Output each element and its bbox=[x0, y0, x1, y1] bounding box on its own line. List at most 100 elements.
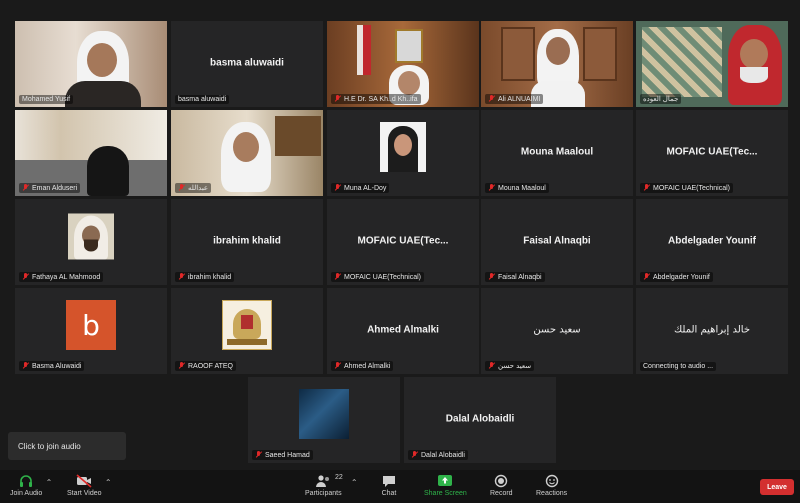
mic-muted-icon bbox=[178, 362, 185, 370]
participant-tile[interactable]: b Basma Aluwaidi bbox=[15, 288, 167, 374]
start-video-label: Start Video bbox=[67, 490, 102, 497]
participant-name: MOFAIC UAE(Technical) bbox=[344, 273, 422, 281]
mic-muted-icon bbox=[643, 184, 650, 192]
active-speaker-tile[interactable]: جمال العوده bbox=[636, 21, 788, 107]
profile-emblem-image bbox=[222, 300, 272, 350]
participant-name: basma aluwaidi bbox=[178, 96, 227, 103]
participant-center-name: خالد إبراهيم الملك bbox=[673, 324, 751, 336]
participant-tile[interactable]: ibrahim khalid ibrahim khalid bbox=[171, 199, 323, 285]
record-button[interactable]: Record bbox=[490, 474, 513, 497]
participant-tile[interactable]: MOFAIC UAE(Tec... MOFAIC UAE(Technical) bbox=[636, 110, 788, 196]
participant-name: RAOOF ATEQ bbox=[188, 362, 233, 370]
mic-muted-icon bbox=[255, 451, 262, 459]
chat-button[interactable]: Chat bbox=[381, 474, 397, 497]
start-video-button[interactable]: Start Video ⌃ bbox=[67, 474, 112, 497]
participant-tile[interactable]: MOFAIC UAE(Tec... MOFAIC UAE(Technical) bbox=[327, 199, 479, 285]
participant-center-name: Ahmed Almalki bbox=[367, 324, 439, 336]
leave-button[interactable]: Leave bbox=[760, 479, 794, 495]
participant-label: RAOOF ATEQ bbox=[175, 361, 236, 371]
participant-tile[interactable]: Saeed Hamad bbox=[248, 377, 400, 463]
participant-name: Abdelgader Younif bbox=[653, 273, 710, 281]
reactions-label: Reactions bbox=[536, 490, 568, 497]
connecting-status: Connecting to audio ... bbox=[643, 363, 714, 370]
profile-picture bbox=[299, 389, 349, 439]
mic-muted-icon bbox=[22, 362, 29, 370]
participant-tile[interactable]: خالد إبراهيم الملك Connecting to audio .… bbox=[636, 288, 788, 374]
participant-tile[interactable]: basma aluwaidi basma aluwaidi bbox=[171, 21, 323, 107]
participant-tile[interactable]: Mohamed Yusif bbox=[15, 21, 167, 107]
record-label: Record bbox=[490, 490, 513, 497]
participant-label: Muna AL-Doy bbox=[331, 183, 390, 193]
mic-muted-icon bbox=[488, 184, 495, 192]
profile-picture bbox=[380, 122, 426, 172]
reactions-button[interactable]: Reactions bbox=[536, 474, 567, 497]
join-audio-button[interactable]: Join Audio ⌃ bbox=[10, 474, 52, 497]
participant-center-name: سعيد حسن bbox=[533, 324, 581, 336]
participants-icon bbox=[315, 474, 331, 488]
participant-label: Connecting to audio ... bbox=[640, 362, 717, 371]
participant-label: H.E Dr. SA Kh..d Kh..ifa bbox=[331, 94, 421, 104]
mic-muted-icon bbox=[334, 273, 341, 281]
chat-label: Chat bbox=[381, 490, 397, 497]
chevron-up-icon[interactable]: ⌃ bbox=[105, 478, 112, 487]
participant-name: Dalal Alobaidli bbox=[421, 451, 465, 459]
chevron-up-icon[interactable]: ⌃ bbox=[351, 478, 358, 487]
participant-name: Fathaya AL Mahmood bbox=[32, 273, 101, 281]
mic-muted-icon bbox=[488, 362, 495, 370]
participant-tile[interactable]: Fathaya AL Mahmood bbox=[15, 199, 167, 285]
participants-button[interactable]: Participants 22 ⌃ bbox=[305, 474, 358, 497]
participant-label: جمال العوده bbox=[640, 94, 682, 104]
participant-name: Ali ALNUAIMI bbox=[498, 95, 541, 103]
mic-muted-icon bbox=[488, 95, 495, 103]
participant-tile[interactable]: عبدالله bbox=[171, 110, 323, 196]
participant-tile[interactable]: Ali ALNUAIMI bbox=[481, 21, 633, 107]
chevron-up-icon[interactable]: ⌃ bbox=[46, 478, 53, 487]
mic-muted-icon bbox=[334, 362, 341, 370]
profile-picture bbox=[68, 213, 114, 260]
mic-muted-icon bbox=[334, 184, 341, 192]
participant-name: سعيد حسن bbox=[498, 362, 532, 370]
share-screen-button[interactable]: Share Screen bbox=[424, 474, 467, 497]
participant-label: Ali ALNUAIMI bbox=[485, 94, 544, 104]
participant-tile[interactable]: Mouna Maaloul Mouna Maaloul bbox=[481, 110, 633, 196]
participant-name: H.E Dr. SA Kh..d Kh..ifa bbox=[344, 95, 418, 103]
participant-tile[interactable]: Eman Alduseri bbox=[15, 110, 167, 196]
join-audio-label: Join Audio bbox=[10, 490, 43, 497]
participant-center-name: ibrahim khalid bbox=[213, 235, 281, 247]
mic-muted-icon bbox=[178, 273, 185, 281]
video-grid: Mohamed Yusif basma aluwaidi basma aluwa… bbox=[0, 0, 800, 470]
participants-count: 22 bbox=[335, 474, 343, 481]
participant-name: Eman Alduseri bbox=[32, 184, 78, 192]
meeting-toolbar: Join Audio ⌃ Start Video ⌃ Participants … bbox=[0, 470, 800, 503]
participant-tile[interactable]: Abdelgader Younif Abdelgader Younif bbox=[636, 199, 788, 285]
participant-name: Basma Aluwaidi bbox=[32, 362, 82, 370]
video-off-icon bbox=[76, 474, 92, 488]
participant-label: Fathaya AL Mahmood bbox=[19, 272, 104, 282]
chat-icon bbox=[381, 474, 397, 488]
mic-muted-icon bbox=[22, 184, 29, 192]
participant-name: Ahmed Almalki bbox=[344, 362, 391, 370]
mic-muted-icon bbox=[643, 273, 650, 281]
participant-tile[interactable]: Muna AL-Doy bbox=[327, 110, 479, 196]
participant-center-name: basma aluwaidi bbox=[210, 57, 284, 69]
share-screen-icon bbox=[437, 474, 453, 488]
participant-label: Saeed Hamad bbox=[252, 450, 313, 460]
participant-name: Muna AL-Doy bbox=[344, 184, 387, 192]
participant-tile[interactable]: H.E Dr. SA Kh..d Kh..ifa bbox=[327, 21, 479, 107]
participant-tile[interactable]: Faisal Alnaqbi Faisal Alnaqbi bbox=[481, 199, 633, 285]
participant-tile[interactable]: سعيد حسن سعيد حسن bbox=[481, 288, 633, 374]
participant-tile[interactable]: RAOOF ATEQ bbox=[171, 288, 323, 374]
participant-label: ibrahim khalid bbox=[175, 272, 235, 282]
participant-center-name: MOFAIC UAE(Tec... bbox=[666, 146, 758, 158]
mic-muted-icon bbox=[411, 451, 418, 459]
participant-label: Mouna Maaloul bbox=[485, 183, 549, 193]
participant-label: Mohamed Yusif bbox=[19, 95, 74, 104]
participant-tile[interactable]: Ahmed Almalki Ahmed Almalki bbox=[327, 288, 479, 374]
participant-center-name: Faisal Alnaqbi bbox=[523, 235, 591, 247]
participant-tile[interactable]: Dalal Alobaidli Dalal Alobaidli bbox=[404, 377, 556, 463]
mic-muted-icon bbox=[22, 273, 29, 281]
participants-label: Participants bbox=[305, 490, 342, 497]
participant-name: Saeed Hamad bbox=[265, 451, 310, 459]
participant-center-name: Dalal Alobaidli bbox=[445, 413, 515, 425]
join-audio-prompt[interactable]: Click to join audio bbox=[8, 432, 126, 460]
